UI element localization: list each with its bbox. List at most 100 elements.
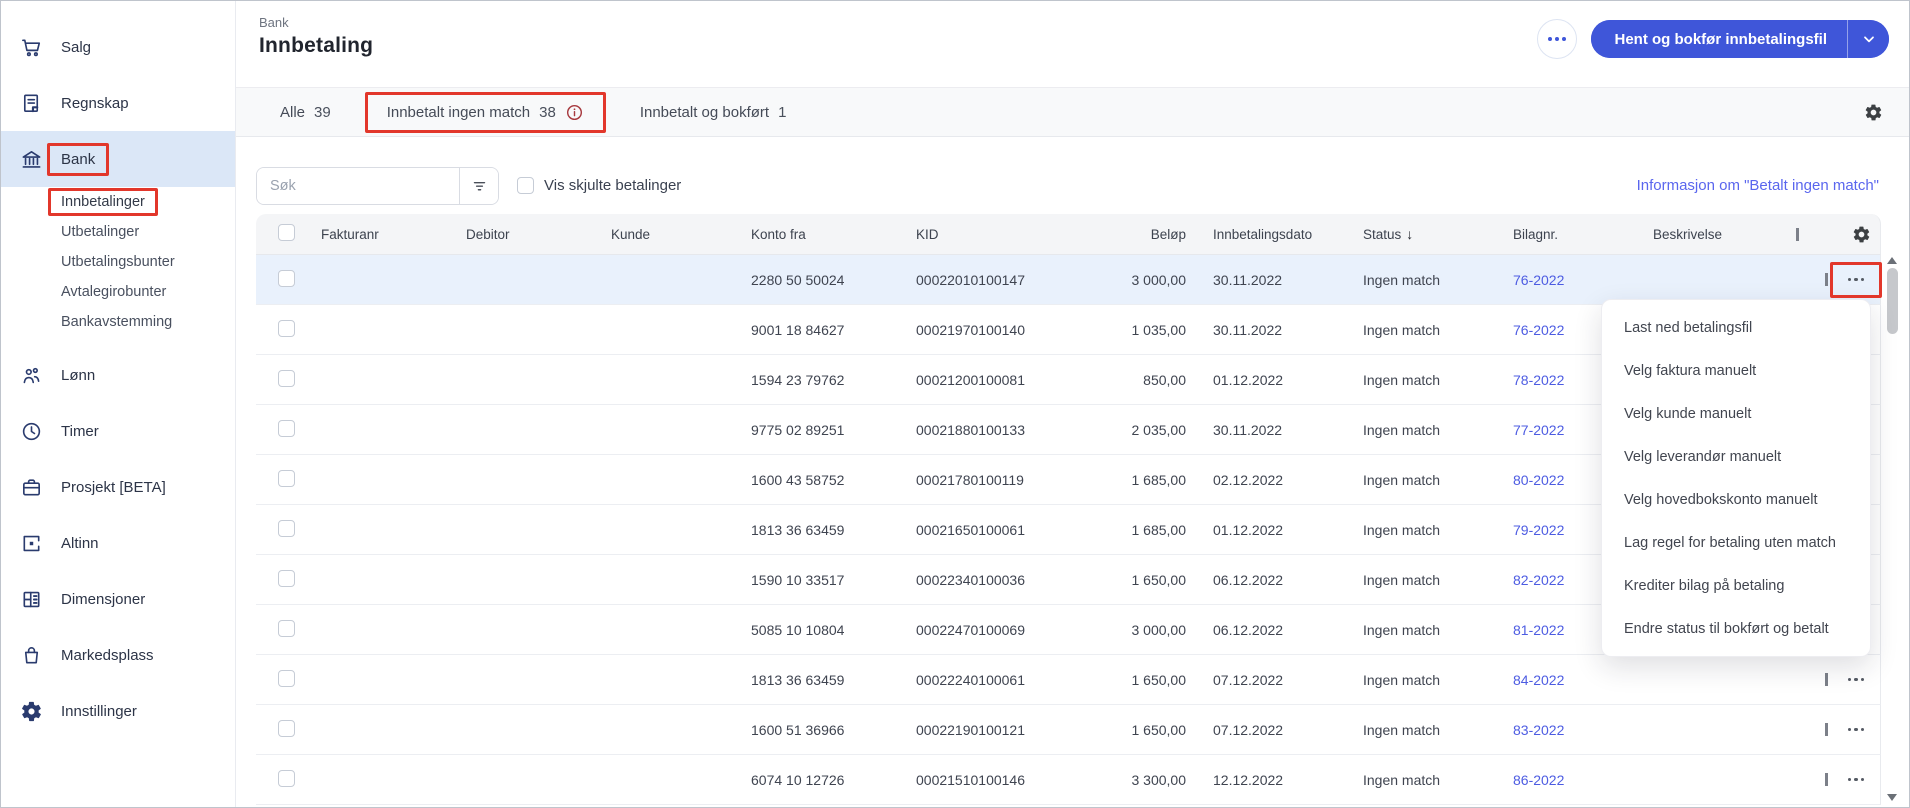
- bilagnr-link[interactable]: 76-2022: [1513, 272, 1564, 288]
- row-checkbox[interactable]: [278, 519, 295, 537]
- sidebar-item-prosjekt-beta[interactable]: Prosjekt [BETA]: [1, 459, 235, 515]
- select-all-checkbox[interactable]: [278, 224, 295, 241]
- bilagnr-link[interactable]: 82-2022: [1513, 572, 1564, 588]
- context-menu-item-velg-leverandør-manuelt[interactable]: Velg leverandør manuelt: [1602, 435, 1870, 478]
- sidebar-item-regnskap[interactable]: Regnskap: [1, 75, 235, 131]
- cell-belop: 1 685,00: [1131, 521, 1187, 538]
- show-hidden-payments-toggle[interactable]: Vis skjulte betalinger: [517, 177, 681, 194]
- column-header-kid[interactable]: KID: [916, 227, 1046, 242]
- bilagnr-link[interactable]: 86-2022: [1513, 772, 1564, 788]
- bilagnr-link[interactable]: 79-2022: [1513, 522, 1564, 538]
- column-header-bilagnr[interactable]: Bilagnr.: [1486, 227, 1626, 242]
- cell-belop: 850,00: [1143, 371, 1186, 388]
- row-checkbox[interactable]: [278, 419, 295, 437]
- fetch-and-post-paymentfile-button[interactable]: Hent og bokfør innbetalingsfil: [1590, 20, 1847, 58]
- context-menu-item-last-ned-betalingsfil[interactable]: Last ned betalingsfil: [1602, 306, 1870, 349]
- scroll-up-arrow[interactable]: [1887, 257, 1897, 264]
- sidebar-item-salg[interactable]: Salg: [1, 19, 235, 75]
- cell-innbetalingsdato: 06.12.2022: [1213, 571, 1284, 588]
- sidebar-subitem-avtalegirobunter[interactable]: Avtalegirobunter: [1, 277, 235, 307]
- more-options-button[interactable]: [1536, 19, 1577, 59]
- context-menu-item-velg-faktura-manuelt[interactable]: Velg faktura manuelt: [1602, 349, 1870, 392]
- bilagnr-link[interactable]: 76-2022: [1513, 322, 1564, 338]
- app-window: Salg Regnskap Bank Innbetalinger Utbetal…: [0, 0, 1910, 808]
- column-header-status[interactable]: Status ↓: [1336, 226, 1486, 242]
- cell-innbetalingsdato: 30.11.2022: [1213, 421, 1283, 438]
- tab-count: 38: [539, 103, 556, 121]
- cell-kid: 00022010100147: [916, 271, 1026, 288]
- column-header-belop[interactable]: Beløp: [1046, 227, 1186, 242]
- row-checkbox[interactable]: [278, 319, 295, 337]
- table-row-9[interactable]: 1813 36 63459 00022240100061 1 650,00 07…: [256, 655, 1881, 705]
- column-header-beskrivelse[interactable]: Beskrivelse: [1626, 227, 1796, 242]
- sidebar-item-bank[interactable]: Bank: [1, 131, 235, 187]
- table-row-10[interactable]: 1600 51 36966 00022190100121 1 650,00 07…: [256, 705, 1881, 755]
- cell-konto-fra: 9775 02 89251: [751, 421, 845, 438]
- breadcrumb[interactable]: Bank: [259, 15, 373, 30]
- row-checkbox[interactable]: [278, 619, 295, 637]
- tab-innbetalt-ingen-match[interactable]: Innbetalt ingen match 38: [364, 91, 606, 133]
- bilagnr-link[interactable]: 84-2022: [1513, 672, 1564, 688]
- sidebar-item-markedsplass[interactable]: Markedsplass: [1, 627, 235, 683]
- table-settings-gear-button[interactable]: [1864, 103, 1883, 122]
- sidebar-item-lønn[interactable]: Lønn: [1, 347, 235, 403]
- bilagnr-link[interactable]: 78-2022: [1513, 372, 1564, 388]
- tab-alle[interactable]: Alle 39: [280, 104, 331, 121]
- table-row-1[interactable]: 2280 50 50024 00022010100147 3 000,00 30…: [256, 255, 1882, 305]
- row-checkbox[interactable]: [278, 769, 295, 787]
- context-menu-item-velg-hovedbokskonto-manuelt[interactable]: Velg hovedbokskonto manuelt: [1602, 478, 1870, 521]
- row-select-cell: [256, 619, 321, 640]
- row-checkbox[interactable]: [278, 669, 295, 687]
- column-header-debitor[interactable]: Debitor: [466, 227, 611, 242]
- row-actions-button[interactable]: [1841, 720, 1871, 740]
- context-menu-item-lag-regel-for-betaling-uten-match[interactable]: Lag regel for betaling uten match: [1602, 521, 1870, 564]
- table-row-11[interactable]: 6074 10 12726 00021510100146 3 300,00 12…: [256, 755, 1881, 805]
- scrollbar-thumb[interactable]: [1886, 268, 1898, 334]
- bilagnr-link[interactable]: 81-2022: [1513, 622, 1564, 638]
- sidebar-subitem-innbetalinger[interactable]: Innbetalinger: [1, 187, 235, 217]
- show-hidden-checkbox[interactable]: [517, 177, 534, 194]
- bilagnr-link[interactable]: 77-2022: [1513, 422, 1564, 438]
- cell-innbetalingsdato: 06.12.2022: [1213, 621, 1284, 638]
- column-settings-gear-button[interactable]: [1852, 225, 1871, 244]
- sidebar-item-dimensjoner[interactable]: Dimensjoner: [1, 571, 235, 627]
- search-input[interactable]: [257, 167, 459, 204]
- row-checkbox[interactable]: [278, 569, 295, 587]
- bilagnr-link[interactable]: 80-2022: [1513, 472, 1564, 488]
- column-header-kunde[interactable]: Kunde: [611, 227, 751, 242]
- row-actions-button[interactable]: [1841, 270, 1871, 290]
- sidebar-item-label: Timer: [61, 422, 99, 440]
- row-checkbox[interactable]: [278, 369, 295, 387]
- sidebar-item-altinn[interactable]: Altinn: [1, 515, 235, 571]
- row-actions-button[interactable]: [1841, 770, 1871, 790]
- cell-belop: 1 650,00: [1131, 571, 1187, 588]
- main-content: Bank Innbetaling Hent og bokfør innbetal…: [236, 1, 1909, 807]
- column-header-konto-fra[interactable]: Konto fra: [751, 227, 916, 242]
- sidebar-item-timer[interactable]: Timer: [1, 403, 235, 459]
- sidebar-item-innstillinger[interactable]: Innstillinger: [1, 683, 235, 739]
- cell-konto-fra: 9001 18 84627: [751, 321, 845, 338]
- bilagnr-link[interactable]: 83-2022: [1513, 722, 1564, 738]
- info-link[interactable]: Informasjon om "Betalt ingen match": [1637, 177, 1879, 194]
- sidebar-subitem-utbetalingsbunter[interactable]: Utbetalingsbunter: [1, 247, 235, 277]
- sidebar-subitem-utbetalinger[interactable]: Utbetalinger: [1, 217, 235, 247]
- altinn-icon: [19, 531, 43, 555]
- context-menu-item-endre-status-til-bokført-og-betalt[interactable]: Endre status til bokført og betalt: [1602, 607, 1870, 650]
- filter-button[interactable]: [459, 167, 498, 204]
- row-actions-button[interactable]: [1841, 670, 1871, 690]
- cell-innbetalingsdato: 12.12.2022: [1213, 771, 1284, 788]
- primary-button-dropdown[interactable]: [1847, 20, 1889, 58]
- sidebar-item-label: Markedsplass: [61, 646, 154, 664]
- scroll-down-arrow[interactable]: [1887, 794, 1897, 801]
- context-menu-item-velg-kunde-manuelt[interactable]: Velg kunde manuelt: [1602, 392, 1870, 435]
- cell-kid: 00021200100081: [916, 371, 1026, 388]
- context-menu-item-krediter-bilag-på-betaling[interactable]: Krediter bilag på betaling: [1602, 564, 1870, 607]
- row-checkbox[interactable]: [278, 269, 295, 287]
- row-checkbox[interactable]: [278, 469, 295, 487]
- sidebar-subitem-bankavstemming[interactable]: Bankavstemming: [1, 307, 235, 337]
- clipped-column-sliver: [1825, 773, 1828, 786]
- column-header-innbetalingsdato[interactable]: Innbetalingsdato: [1186, 227, 1336, 242]
- tab-innbetalt-og-bokført[interactable]: Innbetalt og bokført 1: [640, 104, 787, 121]
- row-checkbox[interactable]: [278, 719, 295, 737]
- column-header-fakturanr[interactable]: Fakturanr: [321, 227, 466, 242]
